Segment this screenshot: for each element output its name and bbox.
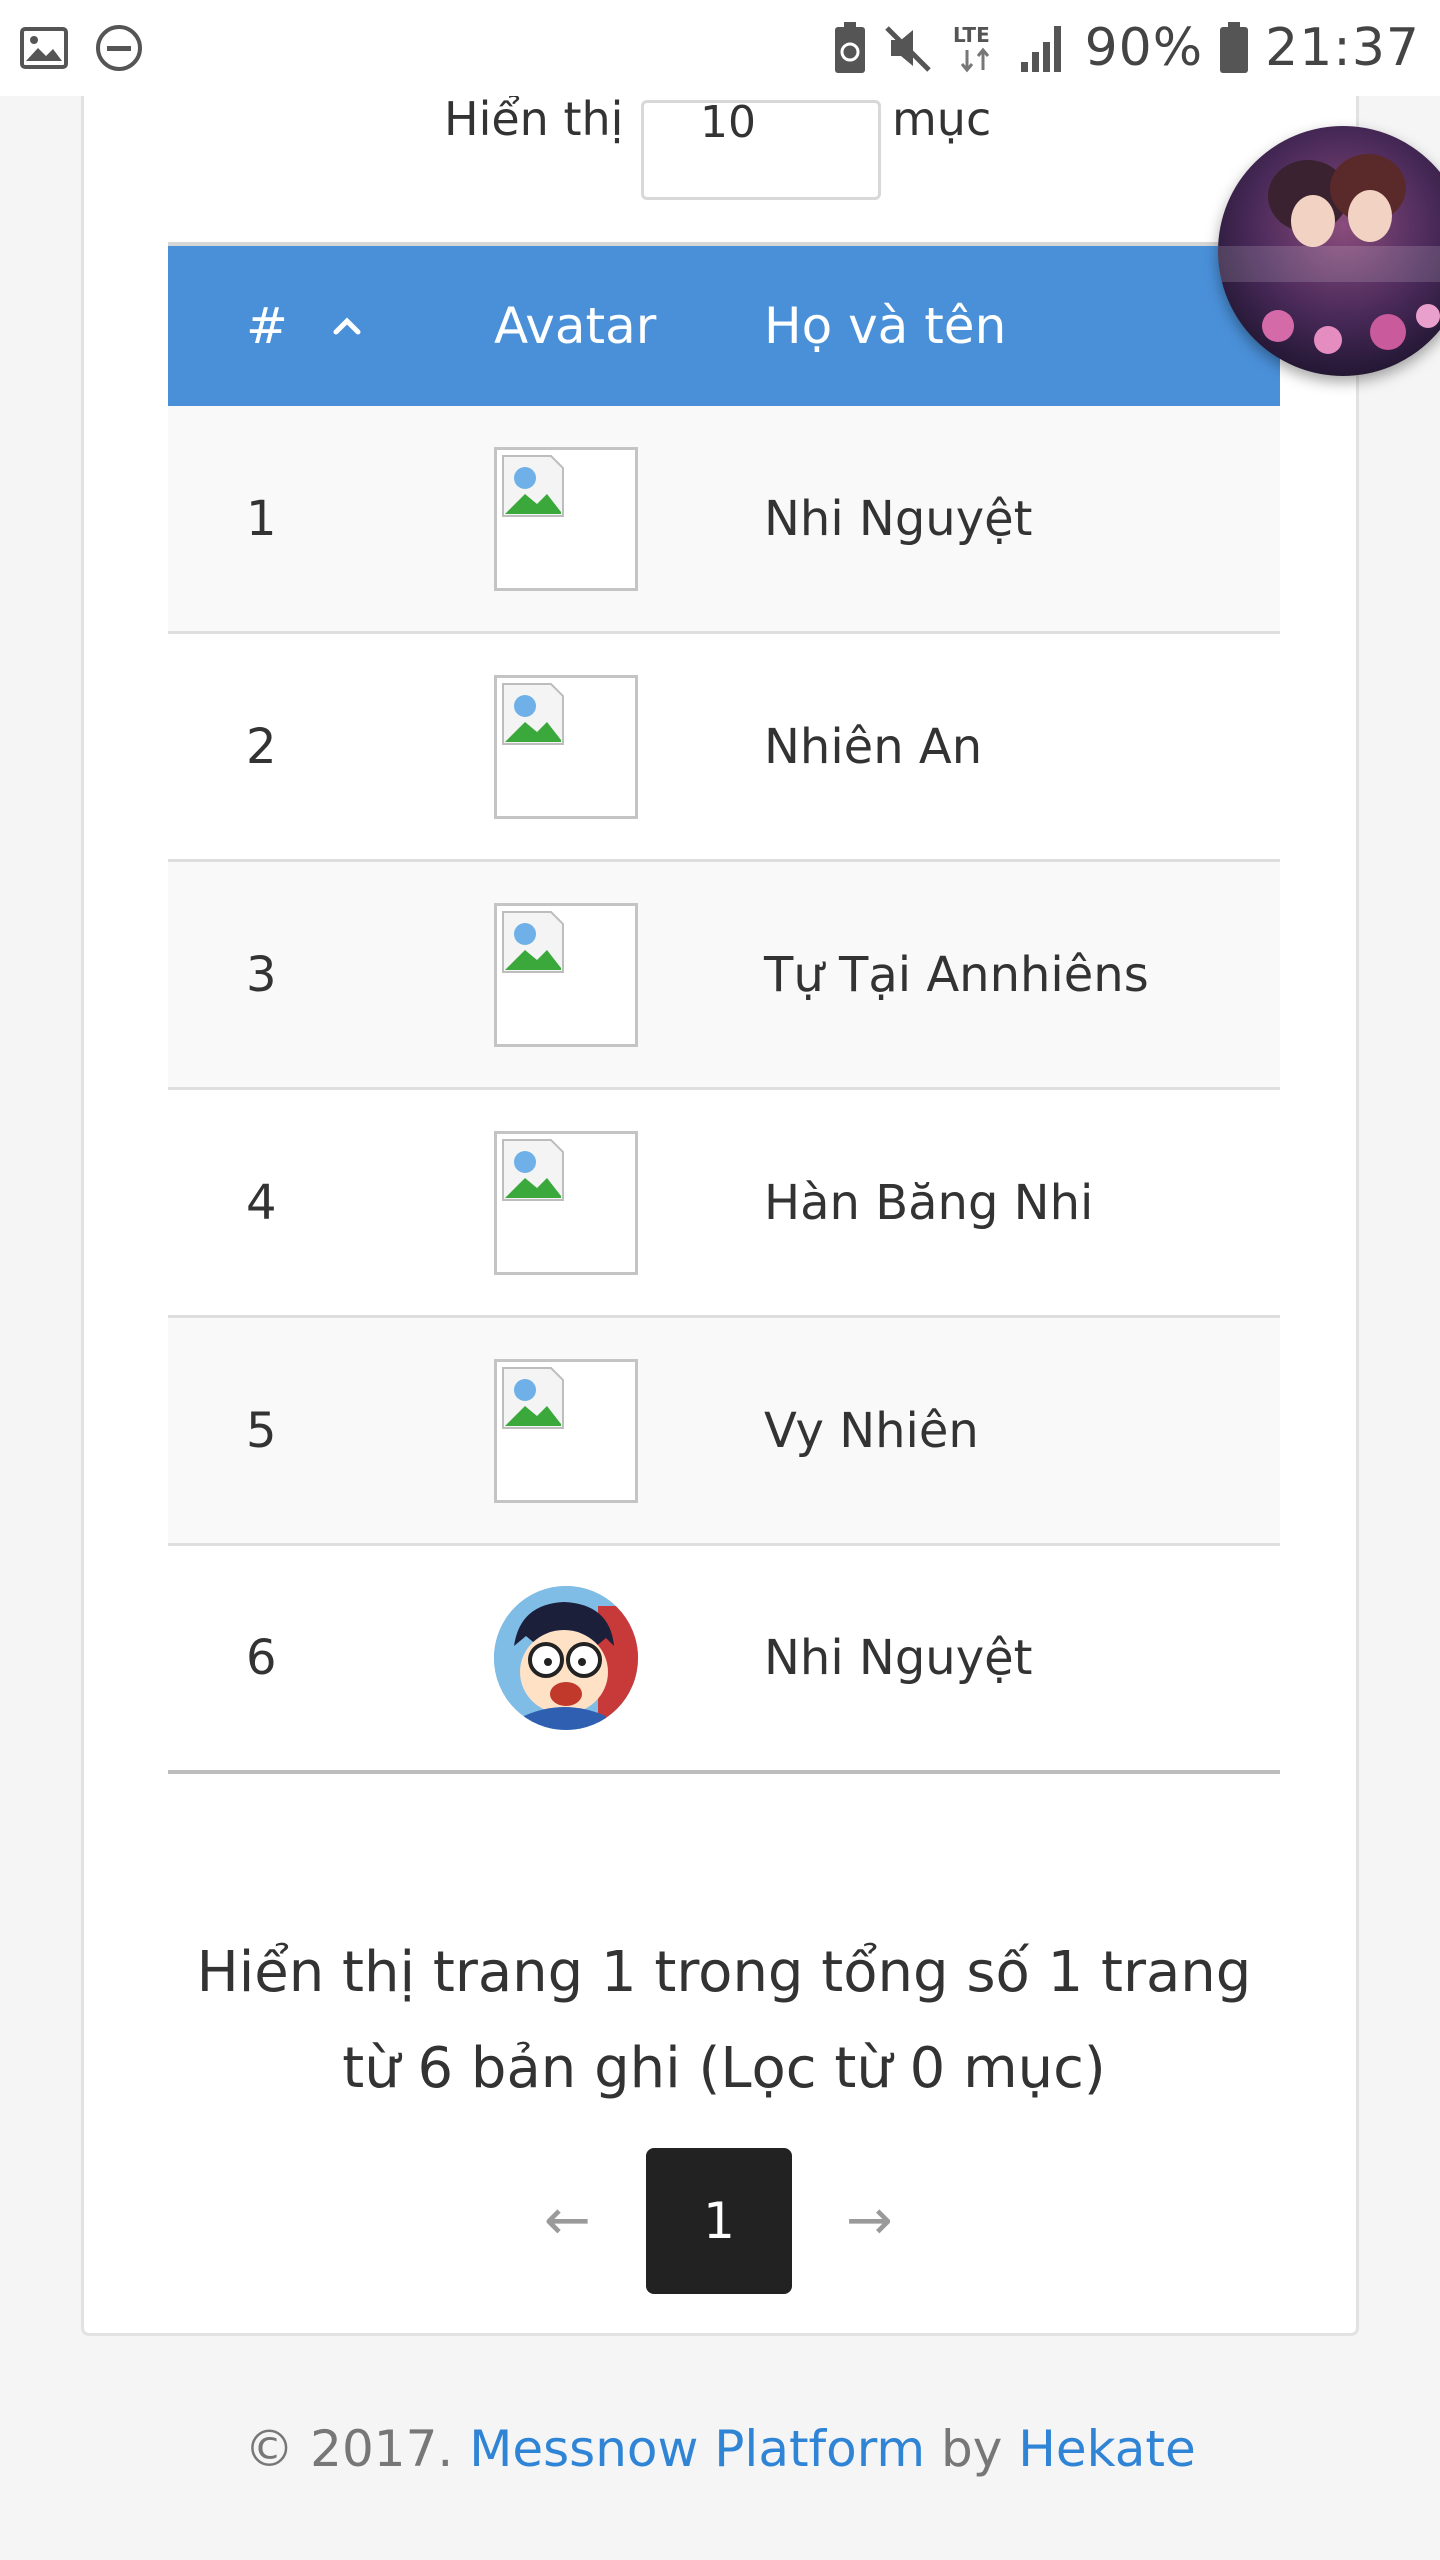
- row-number: 1: [246, 490, 277, 547]
- svg-text:LTE: LTE: [953, 23, 990, 47]
- pagination-next-button[interactable]: →: [846, 2188, 893, 2253]
- row-number: 5: [246, 1402, 277, 1459]
- row-avatar: [438, 446, 764, 591]
- table-row: 4 Hàn Băng Nhi: [168, 1090, 1280, 1318]
- footer-by: by: [941, 2420, 1003, 2478]
- footer-copyright: © 2017.: [244, 2420, 454, 2478]
- battery-saver-icon: [833, 22, 867, 74]
- avatar-photo: [494, 1586, 638, 1730]
- pagination-page-button[interactable]: 1: [646, 2148, 792, 2294]
- table-row: 1 Nhi Nguyệt: [168, 406, 1280, 634]
- table-info-line1: Hiển thị trang 1 trong tổng số 1 trang: [196, 1940, 1252, 2005]
- footer-author-link[interactable]: Hekate: [1018, 2420, 1195, 2478]
- row-name: Vy Nhiên: [764, 1402, 979, 1459]
- row-avatar: [438, 902, 764, 1047]
- broken-image-icon: [494, 1130, 638, 1275]
- do-not-disturb-icon: [94, 23, 144, 73]
- length-select[interactable]: 10: [641, 100, 881, 200]
- broken-image-icon: [494, 674, 638, 819]
- row-avatar: [438, 1358, 764, 1503]
- length-label-after: mục: [892, 92, 992, 146]
- length-select-value: 10: [700, 100, 756, 148]
- battery-icon: [1219, 22, 1249, 74]
- datatable-card: Hiển thị 10 mục # Avatar Họ và tên 1 Nhi…: [81, 40, 1359, 2336]
- row-number: 6: [246, 1630, 277, 1686]
- footer-platform-link[interactable]: Messnow Platform: [469, 2420, 925, 2478]
- row-name: Nhiên An: [764, 718, 983, 775]
- table-info-line2: từ 6 bản ghi (Lọc từ 0 mục): [342, 2036, 1106, 2101]
- row-number: 2: [246, 718, 277, 775]
- pagination-prev-button[interactable]: ←: [544, 2188, 591, 2253]
- column-header-avatar[interactable]: Avatar: [438, 297, 764, 355]
- table-row: 3 Tự Tại Annhiêns: [168, 862, 1280, 1090]
- battery-percent: 90%: [1084, 18, 1204, 78]
- column-header-number-label: #: [246, 297, 288, 355]
- broken-image-icon: [494, 902, 638, 1047]
- lte-icon: LTE: [951, 22, 1003, 74]
- broken-image-icon: [494, 446, 638, 591]
- signal-icon: [1019, 22, 1069, 74]
- table-row: 6 Nhi Nguyệt: [168, 1546, 1280, 1774]
- table-row: 2 Nhiên An: [168, 634, 1280, 862]
- footer: © 2017. Messnow Platform by Hekate: [0, 2420, 1440, 2478]
- row-avatar: [438, 1130, 764, 1275]
- pagination: ← 1 →: [84, 2148, 1356, 2294]
- row-name: Tự Tại Annhiêns: [764, 946, 1149, 1003]
- row-number: 3: [246, 946, 277, 1003]
- mute-icon: [883, 22, 935, 74]
- row-name: Hàn Băng Nhi: [764, 1174, 1094, 1231]
- users-table: # Avatar Họ và tên 1 Nhi Nguyệt 2 Nhiên …: [168, 242, 1280, 1774]
- column-header-name[interactable]: Họ và tên: [764, 297, 1280, 355]
- table-info: Hiển thị trang 1 trong tổng số 1 trang t…: [168, 1925, 1280, 2117]
- row-avatar: [438, 674, 764, 819]
- row-name: Nhi Nguyệt: [764, 1630, 1033, 1686]
- clock: 21:37: [1265, 18, 1420, 78]
- row-name: Nhi Nguyệt: [764, 490, 1033, 547]
- gallery-icon: [20, 27, 68, 69]
- table-header: # Avatar Họ và tên: [168, 242, 1280, 406]
- length-label-before: Hiển thị: [444, 92, 624, 146]
- length-menu: Hiển thị 10 mục: [84, 80, 1356, 200]
- column-header-number[interactable]: #: [168, 297, 438, 355]
- table-row: 5 Vy Nhiên: [168, 1318, 1280, 1546]
- row-avatar: [438, 1586, 764, 1730]
- row-number: 4: [246, 1174, 277, 1231]
- broken-image-icon: [494, 1358, 638, 1503]
- status-bar: LTE 90% 21:37: [0, 0, 1440, 96]
- sort-ascending-icon[interactable]: [332, 316, 362, 336]
